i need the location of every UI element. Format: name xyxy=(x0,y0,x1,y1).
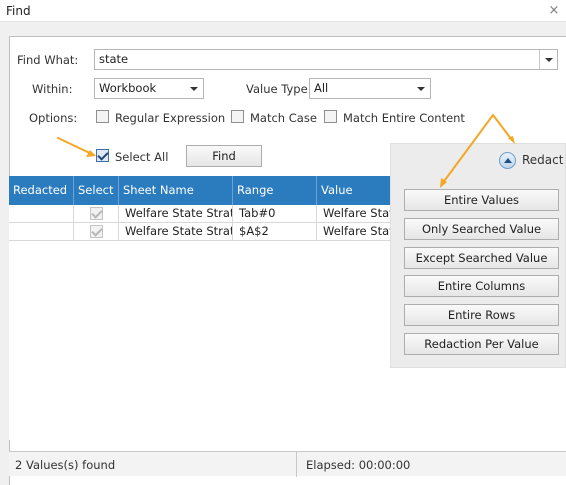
only-searched-value-button[interactable]: Only Searched Value xyxy=(404,218,559,240)
cell-sheet-name: Welfare State Strategy xyxy=(119,205,233,223)
window-title: Find xyxy=(6,4,31,18)
elapsed-status: Elapsed: 00:00:00 xyxy=(306,458,411,472)
regular-expression-label: Regular Expression xyxy=(115,111,226,125)
results-grid: Redacted Select Sheet Name Range Value W… xyxy=(9,176,399,440)
regular-expression-checkbox[interactable] xyxy=(96,110,109,123)
close-icon[interactable]: × xyxy=(546,3,562,19)
table-row[interactable]: Welfare State Strategy Tab#0 Welfare Sta… xyxy=(9,205,399,223)
cell-value: Welfare State Strategy xyxy=(317,223,399,241)
entire-columns-button[interactable]: Entire Columns xyxy=(404,275,559,297)
value-type-selected: All xyxy=(314,81,329,95)
cell-redacted xyxy=(9,205,74,223)
within-label: Within: xyxy=(32,82,73,96)
select-all-label: Select All xyxy=(115,150,169,164)
find-what-input[interactable]: state xyxy=(94,49,558,70)
status-bar: 2 Values(s) found Elapsed: 00:00:00 xyxy=(9,451,566,477)
find-dialog: Find × Find What: state Within: Workbook… xyxy=(0,0,566,485)
dropdown-arrow-icon xyxy=(190,86,198,91)
entire-values-button[interactable]: Entire Values xyxy=(404,189,559,211)
find-what-value: state xyxy=(99,52,129,66)
redact-toggle-label[interactable]: Redact xyxy=(522,153,563,167)
match-entire-content-label: Match Entire Content xyxy=(343,111,465,125)
status-divider xyxy=(296,452,297,477)
title-bar: Find × xyxy=(0,0,566,22)
within-select[interactable]: Workbook xyxy=(94,78,204,99)
match-entire-content-checkbox[interactable] xyxy=(324,110,337,123)
column-header-range[interactable]: Range xyxy=(233,176,317,205)
options-label: Options: xyxy=(29,111,78,125)
cell-range: $A$2 xyxy=(233,223,317,241)
match-case-label: Match Case xyxy=(250,111,317,125)
table-row[interactable]: Welfare State Strategy $A$2 Welfare Stat… xyxy=(9,223,399,241)
entire-rows-button[interactable]: Entire Rows xyxy=(404,304,559,326)
match-case-checkbox[interactable] xyxy=(231,110,244,123)
cell-value: Welfare State Strategy xyxy=(317,205,399,223)
column-header-redacted[interactable]: Redacted xyxy=(9,176,74,205)
redaction-per-value-button[interactable]: Redaction Per Value xyxy=(404,333,559,355)
cell-select xyxy=(74,205,119,223)
collapse-up-icon[interactable] xyxy=(499,152,516,169)
column-header-select[interactable]: Select xyxy=(74,176,119,205)
except-searched-value-button[interactable]: Except Searched Value xyxy=(404,247,559,269)
within-dropdown-button[interactable] xyxy=(185,79,203,98)
redact-panel: Redact Entire Values Only Searched Value… xyxy=(390,143,566,368)
cell-range: Tab#0 xyxy=(233,205,317,223)
value-type-dropdown-button[interactable] xyxy=(412,79,430,98)
column-header-sheet-name[interactable]: Sheet Name xyxy=(119,176,233,205)
grid-header: Redacted Select Sheet Name Range Value xyxy=(9,176,399,205)
cell-select xyxy=(74,223,119,241)
find-what-dropdown-button[interactable] xyxy=(539,50,557,69)
row-select-checkbox[interactable] xyxy=(90,225,103,238)
row-select-checkbox[interactable] xyxy=(90,207,103,220)
select-all-checkbox[interactable] xyxy=(96,149,109,162)
cell-redacted xyxy=(9,223,74,241)
column-header-value[interactable]: Value xyxy=(317,176,399,205)
within-selected: Workbook xyxy=(99,81,157,95)
dropdown-arrow-icon xyxy=(417,86,425,91)
found-count-status: 2 Values(s) found xyxy=(15,458,116,472)
cell-sheet-name: Welfare State Strategy xyxy=(119,223,233,241)
value-type-select[interactable]: All xyxy=(309,78,431,99)
value-type-label: Value Type: xyxy=(246,82,312,96)
dropdown-arrow-icon xyxy=(544,57,553,62)
find-what-label: Find What: xyxy=(17,53,79,67)
find-button[interactable]: Find xyxy=(186,145,262,167)
